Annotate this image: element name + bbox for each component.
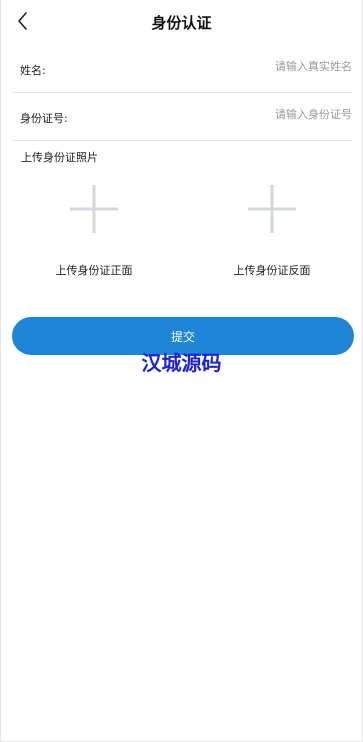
- plus-icon: [248, 185, 296, 233]
- name-input[interactable]: [172, 60, 352, 73]
- id-number-row: 身份证号:: [13, 96, 352, 141]
- plus-icon: [70, 185, 118, 233]
- page-title: 身份认证: [151, 14, 212, 32]
- upload-back-button[interactable]: [212, 176, 332, 242]
- page: 身份认证 姓名: 身份证号: 上传身份证照片 上传身份证正面 上传身份证反面 提…: [0, 0, 363, 742]
- upload-section-title: 上传身份证照片: [21, 151, 98, 164]
- upload-back-label: 上传身份证反面: [233, 264, 311, 277]
- name-row: 姓名:: [13, 48, 352, 93]
- id-number-input[interactable]: [172, 108, 352, 121]
- upload-front-button[interactable]: [34, 176, 154, 242]
- watermark-text: 汉城源码: [141, 351, 222, 375]
- name-label: 姓名:: [20, 64, 46, 77]
- id-number-label: 身份证号:: [20, 112, 68, 125]
- header-bar: 身份认证: [1, 0, 362, 44]
- upload-front-label: 上传身份证正面: [55, 264, 133, 277]
